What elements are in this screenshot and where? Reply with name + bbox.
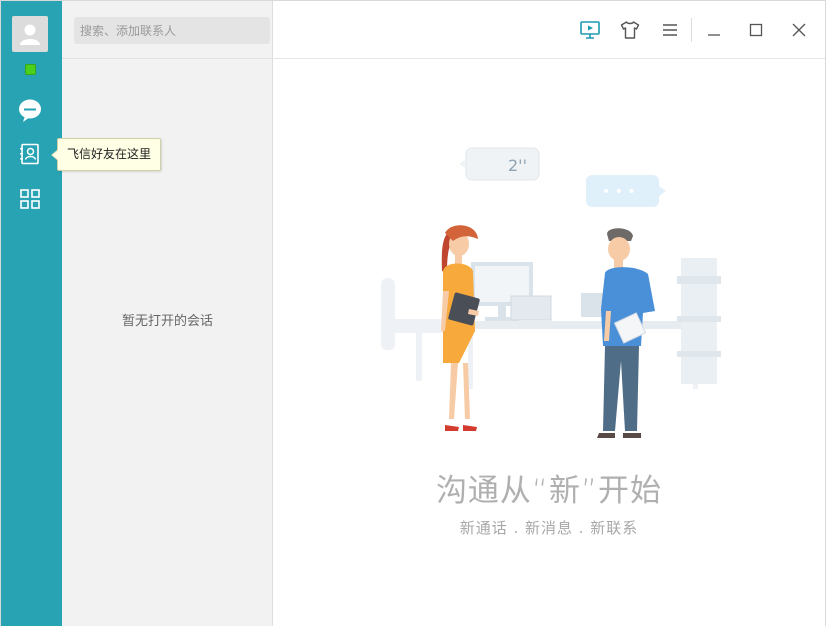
- main-panel: 2'' • • • 沟通从“新”开始 新通话 . 新消息 . 新联系: [273, 1, 825, 626]
- user-silhouette-icon: [20, 24, 40, 45]
- man-figure: [597, 228, 655, 438]
- rail-contacts-button[interactable]: [16, 140, 44, 168]
- welcome-illustration: 2'' • • •: [381, 147, 721, 438]
- minimize-icon: [708, 34, 720, 36]
- welcome-headline: 沟通从“新”开始: [435, 473, 663, 509]
- toolbar-separator: [691, 18, 692, 42]
- divider: [62, 58, 273, 59]
- maximize-icon: [749, 23, 763, 37]
- woman-figure: [441, 225, 480, 431]
- video-button[interactable]: [577, 17, 603, 43]
- speech-bubble-right: • • •: [586, 175, 666, 207]
- left-rail: [1, 1, 62, 626]
- rail-apps-button[interactable]: [16, 185, 44, 213]
- close-button[interactable]: [786, 17, 812, 43]
- toolbar-divider: [273, 58, 825, 59]
- desk-shape: [443, 262, 713, 389]
- apps-grid-icon: [20, 189, 40, 209]
- session-list-panel: 暂无打开的会话: [62, 1, 310, 626]
- rail-chat-button[interactable]: [16, 96, 44, 124]
- speech-bubble-left: 2'': [459, 147, 540, 181]
- close-icon: [792, 23, 806, 37]
- maximize-button[interactable]: [743, 17, 769, 43]
- empty-sessions-text: 暂无打开的会话: [121, 314, 213, 329]
- search-input[interactable]: [74, 17, 270, 44]
- avatar[interactable]: [12, 16, 48, 52]
- minimize-button[interactable]: [701, 17, 727, 43]
- welcome-subline: 新通话 . 新消息 . 新联系: [459, 519, 639, 537]
- bubble-right-text: • • •: [602, 184, 636, 200]
- bubble-left-text: 2'': [508, 156, 527, 175]
- chair-shape: [381, 278, 451, 381]
- theme-shirt-icon: [620, 21, 640, 39]
- online-status-indicator[interactable]: [25, 64, 36, 75]
- chat-bubble-icon: [19, 99, 41, 122]
- contacts-icon: [20, 143, 39, 165]
- shelf-shape: [677, 258, 721, 384]
- app-window: 暂无打开的会话 飞信好友在这里: [0, 0, 826, 626]
- video-icon: [580, 21, 600, 39]
- contacts-tooltip: 飞信好友在这里: [50, 138, 162, 171]
- menu-icon: [663, 24, 677, 36]
- theme-button[interactable]: [617, 17, 643, 43]
- menu-button[interactable]: [657, 17, 683, 43]
